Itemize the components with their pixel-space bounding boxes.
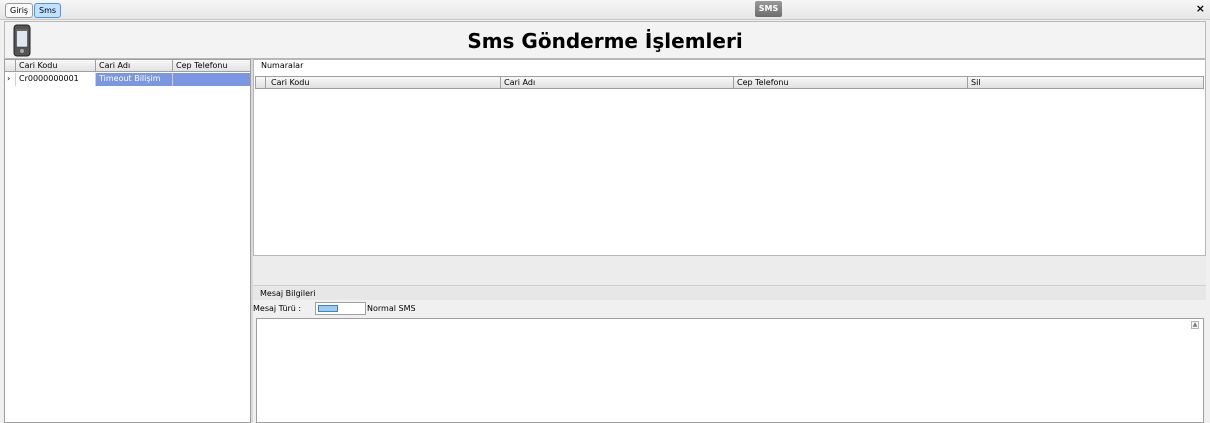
- tab-giris[interactable]: Giriş: [5, 3, 34, 18]
- message-textarea[interactable]: ▲: [256, 318, 1204, 423]
- row-indicator-header: [5, 60, 16, 72]
- mesaj-bilgileri-title: Mesaj Bilgileri: [260, 289, 316, 298]
- row-indicator-header: [256, 77, 266, 89]
- message-type-row: Mesaj Türü : Normal SMS: [253, 300, 1206, 318]
- numbers-grid-header: Cari Kodu Cari Adı Cep Telefonu Sil: [255, 76, 1204, 89]
- sms-badge: SMS: [755, 1, 782, 17]
- column-header-cep-telefonu[interactable]: Cep Telefonu: [173, 60, 250, 72]
- column-header-cep-telefonu[interactable]: Cep Telefonu: [734, 77, 968, 88]
- message-type-label: Mesaj Türü :: [253, 304, 302, 313]
- cell-cari-adi[interactable]: Timeout Bilişim: [96, 73, 173, 86]
- row-pointer-icon: ›: [5, 73, 16, 86]
- cell-cep-telefonu[interactable]: [173, 73, 250, 86]
- spacer-band: [253, 256, 1206, 285]
- grid-header: Cari Kodu Cari Adı Cep Telefonu: [5, 60, 250, 72]
- message-type-value: Normal SMS: [367, 304, 416, 313]
- numaralar-title: Numaralar: [261, 61, 304, 70]
- page-title: Sms Gönderme İşlemleri: [467, 29, 743, 53]
- toggle-knob: [318, 305, 338, 312]
- message-type-toggle[interactable]: [315, 302, 366, 315]
- tab-bar: Giriş Sms SMS ×: [0, 0, 1210, 20]
- scroll-up-icon[interactable]: ▲: [1191, 321, 1199, 329]
- close-icon[interactable]: ×: [1196, 2, 1205, 15]
- table-row[interactable]: › Cr0000000001 Timeout Bilişim: [5, 73, 250, 86]
- customer-grid: Cari Kodu Cari Adı Cep Telefonu › Cr0000…: [4, 59, 251, 423]
- cell-cari-kodu[interactable]: Cr0000000001: [16, 73, 96, 86]
- tab-sms[interactable]: Sms: [34, 3, 62, 18]
- page-header: Sms Gönderme İşlemleri: [4, 21, 1206, 59]
- column-header-cari-adi[interactable]: Cari Adı: [501, 77, 734, 88]
- column-header-cari-adi[interactable]: Cari Adı: [96, 60, 173, 72]
- column-header-cari-kodu[interactable]: Cari Kodu: [16, 60, 96, 72]
- mesaj-bilgileri-header: Mesaj Bilgileri: [253, 285, 1206, 300]
- column-header-sil[interactable]: Sil: [968, 77, 1203, 88]
- column-header-cari-kodu[interactable]: Cari Kodu: [266, 77, 501, 88]
